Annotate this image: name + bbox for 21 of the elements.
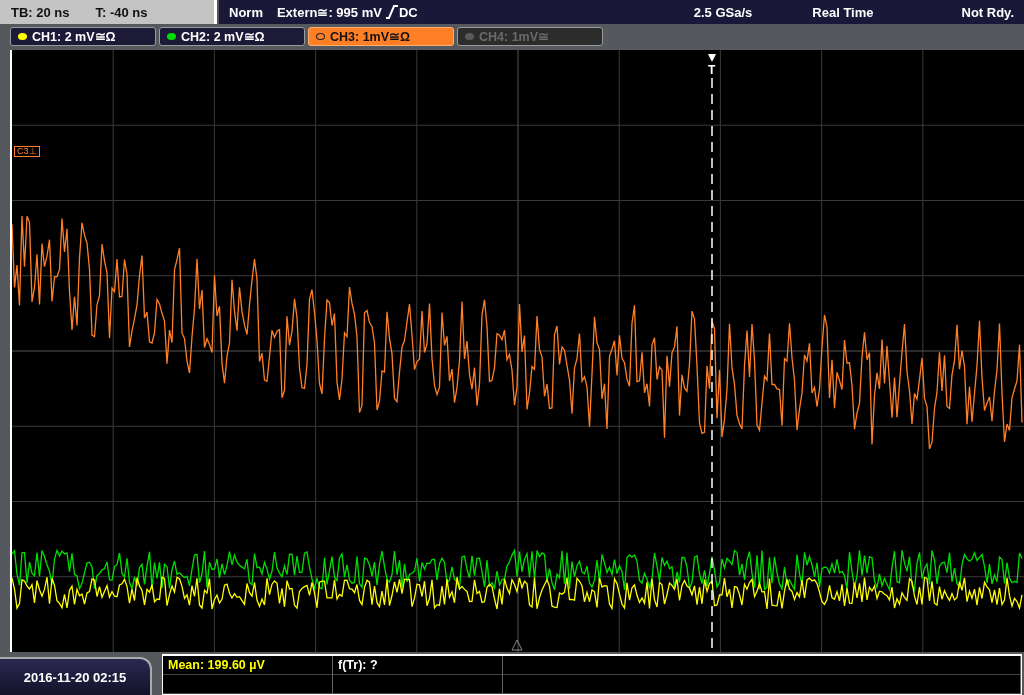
sample-rate-text: 2.5 GSa/s [693, 4, 753, 20]
date-time-text: 2016-11-20 02:15 [23, 669, 127, 685]
channel-tab[interactable]: CH1: 2 mV≅Ω [10, 27, 156, 46]
trigger-time-text: T: -40 ns [95, 4, 148, 20]
trigger-marker-text[interactable]: T [708, 64, 716, 76]
channel-dot [316, 33, 325, 40]
measurement-value: Mean: 199.60 µV [168, 658, 265, 672]
timebase-text: TB: 20 ns [11, 4, 70, 20]
state-text: Not Rdy. [961, 4, 1014, 20]
warning-triangle-icon [511, 639, 523, 651]
acquisition-text: Real Time [812, 4, 874, 20]
trigger-arrow-icon[interactable] [708, 54, 716, 62]
channel-tab[interactable]: CH3: 1mV≅Ω [308, 27, 454, 46]
channel-tab[interactable]: CH2: 2 mV≅Ω [159, 27, 305, 46]
channel-marker[interactable]: C3⊥ [14, 146, 40, 157]
rising-edge-icon [385, 5, 398, 19]
mode-text: Norm [229, 4, 263, 20]
coupling-text: DC [398, 4, 418, 20]
measurement-value: f(Tr): ? [338, 658, 378, 672]
trigger-source-text: Extern≅: 995 mV [276, 4, 382, 20]
timebase-panel[interactable]: TB: 20 ns T: -40 ns [0, 0, 214, 24]
